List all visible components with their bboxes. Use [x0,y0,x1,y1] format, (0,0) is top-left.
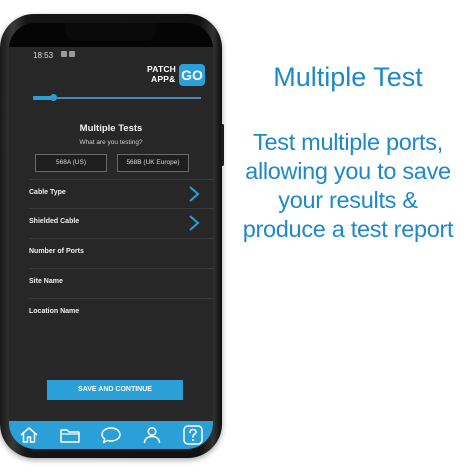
bottom-tab-bar [9,421,213,449]
status-icons [61,51,75,57]
user-icon [143,426,161,444]
save-and-continue-button[interactable]: SAVE AND CONTINUE [47,380,183,400]
notch [65,23,157,41]
standard-568b-button[interactable]: 568B (UK Europe) [117,154,189,172]
tab-help[interactable] [181,423,205,447]
tab-home[interactable] [17,423,41,447]
app-screen: 18:53 PATCH APP& GO Multiple Tests What … [9,23,213,449]
promo-headline: Multiple Test [273,62,423,92]
tab-messages[interactable] [99,423,123,447]
cable-type-label: Cable Type [29,189,66,196]
folder-icon [60,429,80,443]
side-button-left-2 [0,122,1,152]
logo-line-2: APP& [151,74,176,84]
promo-line-1: Test multiple ports, [253,129,443,155]
signal-icon [61,51,67,57]
side-button-left-1 [0,94,1,112]
location-name-label: Location Name [29,308,80,315]
phone-frame: 18:53 PATCH APP& GO Multiple Tests What … [0,14,224,458]
promo-line-3: your results & [278,187,418,213]
site-name-row[interactable]: Site Name [29,268,213,297]
shielded-cable-row[interactable]: Shielded Cable [29,208,213,237]
progress-track [33,94,201,101]
shielded-cable-label: Shielded Cable [29,218,80,225]
home-icon [20,427,38,443]
page-title: Multiple Tests [79,123,143,134]
standard-568a-button[interactable]: 568A (US) [35,154,107,172]
progress-indicator [50,94,58,101]
status-time: 18:53 [33,51,54,60]
site-name-label: Site Name [29,278,63,285]
cable-type-row[interactable]: Cable Type [29,179,213,208]
chevron-right-icon [189,186,200,202]
chat-icon [101,427,121,444]
promo-line-4: produce a test report [242,216,454,242]
patch-app-go-logo: PATCH APP& GO [137,61,205,89]
logo-go: GO [179,64,205,86]
chevron-right-icon [189,215,200,231]
page-subtitle: What are you testing? [79,139,143,146]
promo-description: Test multiple ports, allowing you to sav… [222,128,474,244]
tab-files[interactable] [58,423,82,447]
number-of-ports-row[interactable]: Number of Ports [29,238,213,267]
number-of-ports-label: Number of Ports [29,248,84,255]
help-icon [182,425,203,445]
tab-account[interactable] [140,423,164,447]
promo-line-2: allowing you to save [245,158,451,184]
location-name-row[interactable]: Location Name [29,298,213,327]
logo-line-1: PATCH [147,64,177,74]
wifi-icon [69,51,75,57]
